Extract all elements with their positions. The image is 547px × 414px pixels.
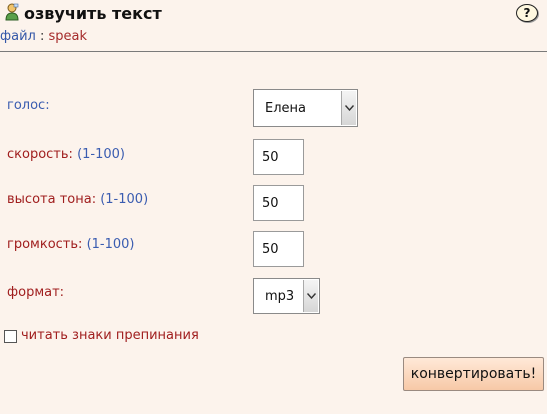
- punctuation-checkbox[interactable]: [4, 330, 17, 343]
- breadcrumb-separator: :: [39, 29, 45, 44]
- header-divider: [0, 51, 547, 52]
- chevron-down-icon[interactable]: [341, 91, 356, 125]
- pitch-input[interactable]: 50: [253, 185, 304, 221]
- speed-input[interactable]: 50: [253, 139, 304, 175]
- volume-input[interactable]: 50: [253, 231, 304, 267]
- voice-label: голос:: [7, 98, 50, 113]
- title-bar: озвучить текст ? файл : speak: [0, 0, 547, 52]
- voice-select-value: Елена: [265, 100, 306, 116]
- format-select-value: mp3: [265, 288, 295, 304]
- volume-label: громкость: (1-100): [7, 237, 134, 252]
- pitch-range: (1-100): [100, 192, 149, 207]
- breadcrumb-current: speak: [48, 29, 88, 44]
- volume-range: (1-100): [86, 237, 135, 252]
- pitch-label: высота тона: (1-100): [7, 192, 148, 207]
- format-select[interactable]: mp3: [253, 278, 320, 314]
- breadcrumb-parent-link[interactable]: файл: [0, 29, 36, 44]
- punctuation-label[interactable]: читать знаки препинания: [21, 328, 199, 343]
- pitch-label-text: высота тона:: [7, 192, 97, 207]
- help-icon[interactable]: ?: [516, 4, 538, 22]
- speed-label-text: скорость:: [7, 147, 73, 162]
- speed-label: скорость: (1-100): [7, 147, 125, 162]
- chevron-down-icon[interactable]: [303, 280, 318, 312]
- volume-label-text: громкость:: [7, 237, 83, 252]
- breadcrumb: файл : speak: [0, 29, 87, 44]
- speed-range: (1-100): [77, 147, 125, 162]
- format-label: формат:: [7, 285, 65, 300]
- voice-select[interactable]: Елена: [253, 89, 358, 127]
- speaker-person-icon: [4, 3, 20, 21]
- convert-button[interactable]: конвертировать!: [403, 357, 544, 391]
- page-title: озвучить текст: [24, 4, 162, 23]
